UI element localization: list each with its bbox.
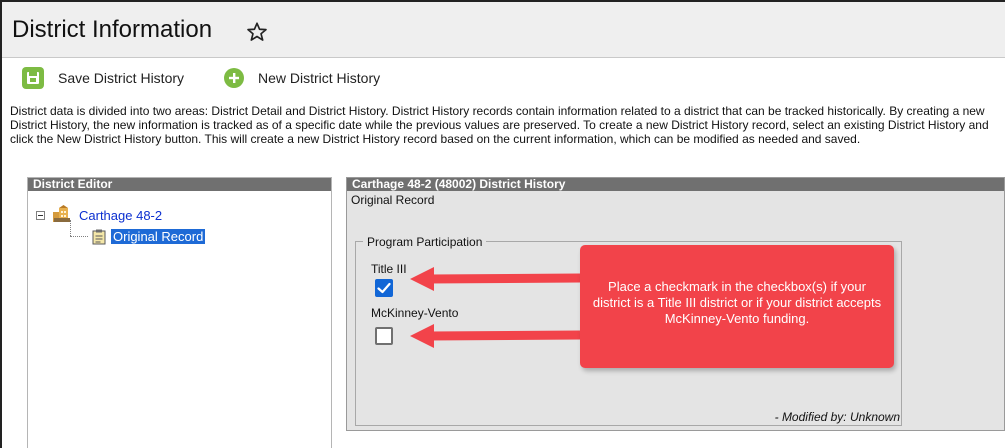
- save-district-history-label: Save District History: [58, 70, 185, 86]
- star-outline-icon[interactable]: [246, 21, 268, 43]
- save-icon: [22, 67, 44, 89]
- callout-text: Place a checkmark in the checkbox(s) if …: [592, 279, 882, 326]
- instruction-callout: Place a checkmark in the checkbox(s) if …: [580, 245, 894, 368]
- tree-collapse-toggle[interactable]: [36, 211, 45, 220]
- district-editor-panel: District Editor Carthage 48-2 Original R…: [27, 177, 332, 448]
- tree-connector: [70, 236, 88, 237]
- tree-connector: [70, 220, 71, 236]
- save-district-history-button[interactable]: Save District History: [22, 66, 184, 90]
- title-iii-label: Title III: [371, 262, 407, 276]
- title-bar: District Information: [2, 2, 1005, 58]
- tree-item-original-record[interactable]: Original Record: [111, 229, 206, 244]
- mckinney-vento-label: McKinney-Vento: [371, 306, 459, 320]
- district-editor-header: District Editor: [28, 178, 331, 191]
- new-district-history-button[interactable]: New District History: [224, 66, 380, 90]
- plus-circle-icon: [224, 68, 244, 88]
- district-building-icon: [53, 205, 70, 222]
- description-text: District data is divided into two areas:…: [10, 104, 989, 146]
- modified-by-text: - Modified by: Unknown: [774, 410, 900, 424]
- title-iii-checkbox[interactable]: [375, 279, 393, 297]
- clipboard-icon: [92, 229, 106, 245]
- page-title: District Information: [12, 16, 213, 43]
- checkmark-icon: [377, 282, 391, 294]
- mckinney-vento-checkbox[interactable]: [375, 327, 393, 345]
- tree-item-carthage[interactable]: Carthage 48-2: [79, 208, 162, 223]
- record-name: Original Record: [351, 193, 435, 207]
- program-participation-legend: Program Participation: [363, 235, 487, 249]
- district-history-header: Carthage 48-2 (48002) District History: [347, 178, 1004, 191]
- new-district-history-label: New District History: [258, 70, 381, 86]
